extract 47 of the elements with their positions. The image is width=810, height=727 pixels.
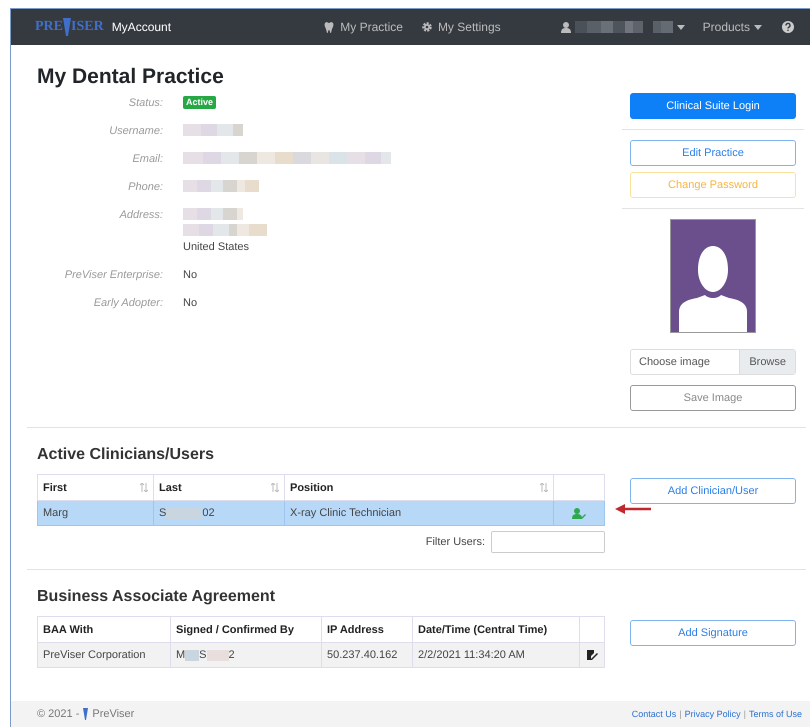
nav-link[interactable]: My Practice	[323, 20, 403, 34]
clinical-suite-login-button[interactable]: Clinical Suite Login	[630, 93, 796, 119]
table-cell: 2/2/2021 11:34:20 AM	[412, 642, 580, 668]
section-heading: Active Clinicians/Users	[37, 446, 215, 464]
link-separator: |	[679, 709, 682, 719]
add-signature-button[interactable]: Add Signature	[630, 620, 796, 646]
footer-link[interactable]: Terms of Use	[748, 709, 802, 719]
footer-link[interactable]: Contact Us	[632, 709, 676, 719]
table-cell: M S 2	[170, 642, 322, 668]
column-header[interactable]: Date/Time (Central Time)	[412, 616, 580, 642]
status-badge: Active	[183, 96, 216, 109]
field-label: Early Adopter:	[92, 296, 163, 311]
table-cell: Marg	[38, 500, 154, 526]
app-name[interactable]: MyAccount	[112, 20, 172, 34]
footer-brand: PreViser	[92, 708, 134, 720]
column-header[interactable]: BAA With	[38, 616, 170, 642]
field-label: PreViser Enterprise:	[64, 268, 163, 283]
table-cell: X-ray Clinic Technician	[284, 500, 554, 526]
column-header[interactable]: First	[38, 474, 154, 500]
table-row[interactable]: Marg S 02 X-ray Clinic Technician	[38, 500, 604, 526]
table-cell: S 02	[154, 500, 284, 526]
table-cell: PreViser Corporation	[38, 642, 170, 668]
field-label: Status:	[128, 96, 163, 111]
field-value: United States	[183, 240, 250, 254]
column-header[interactable]: Signed / Confirmed By	[170, 616, 322, 642]
link-separator: |	[744, 709, 746, 719]
field-value: No	[183, 268, 198, 282]
products-menu[interactable]: Products	[702, 20, 762, 34]
copyright-text: © 2021 -	[37, 708, 80, 720]
column-header[interactable]: Position	[284, 474, 554, 500]
field-value: No	[183, 296, 198, 310]
table-cell: 50.237.40.162	[322, 642, 412, 668]
edit-practice-button[interactable]: Edit Practice	[630, 140, 796, 166]
browse-button[interactable]: Browse	[739, 350, 795, 374]
field-label: Email:	[131, 152, 163, 167]
field-label: Phone:	[127, 180, 163, 195]
add-clinician-button[interactable]: Add Clinician/User	[630, 478, 796, 504]
field-label: Username:	[108, 124, 163, 139]
field-label: Address:	[118, 208, 163, 223]
filter-label: Filter Users:	[426, 536, 485, 548]
section-heading: Business Associate Agreement	[37, 588, 276, 606]
column-header[interactable]: Last	[154, 474, 284, 500]
choose-image-field[interactable]: Choose image Browse	[630, 349, 796, 375]
save-image-button[interactable]: Save Image	[630, 385, 796, 411]
footer-link[interactable]: Privacy Policy	[684, 709, 741, 719]
nav-link[interactable]: My Settings	[420, 20, 501, 34]
page-title: My Dental Practice	[37, 65, 225, 89]
